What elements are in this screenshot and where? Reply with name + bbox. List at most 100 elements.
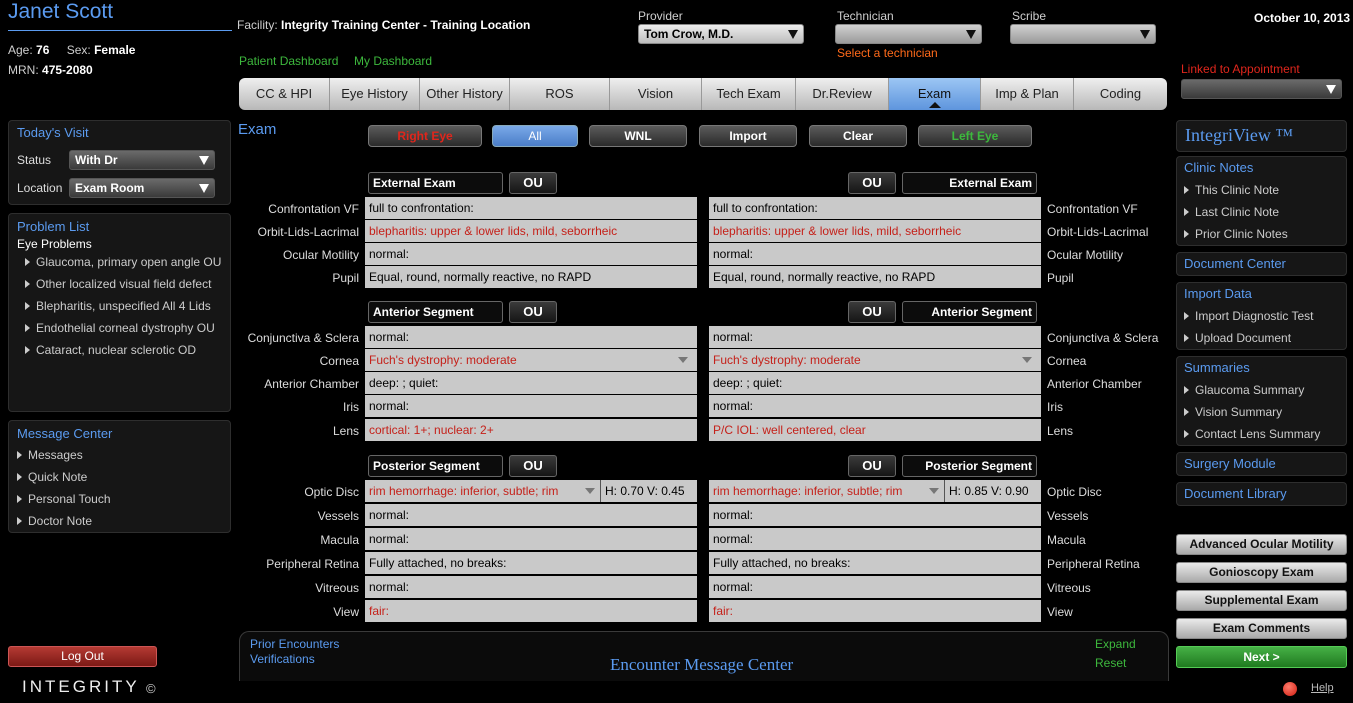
od-field[interactable]: normal: bbox=[365, 243, 697, 265]
external-exam-ou-button[interactable]: OU bbox=[509, 172, 557, 194]
status-select[interactable]: With Dr bbox=[69, 150, 215, 170]
verifications-link[interactable]: Verifications bbox=[250, 652, 315, 666]
provider-select[interactable]: Tom Crow, M.D. bbox=[638, 24, 804, 44]
od-field[interactable]: Fully attached, no breaks: bbox=[365, 552, 697, 574]
os-field[interactable]: fair: bbox=[709, 600, 1041, 622]
posterior-segment-ou-button[interactable]: OU bbox=[509, 455, 557, 477]
os-field[interactable]: normal: bbox=[709, 326, 1041, 348]
od-field[interactable]: normal: bbox=[365, 576, 697, 598]
external-exam-ou-button[interactable]: OU bbox=[848, 172, 896, 194]
os-field[interactable]: Fully attached, no breaks: bbox=[709, 552, 1041, 574]
wnl-button[interactable]: WNL bbox=[589, 125, 687, 147]
od-field[interactable]: normal: bbox=[365, 504, 697, 526]
clinic-note-item[interactable]: This Clinic Note bbox=[1184, 183, 1279, 197]
tab-exam[interactable]: Exam bbox=[889, 78, 981, 110]
external-exam-os-header[interactable]: External Exam bbox=[902, 172, 1037, 194]
tab-cc-hpi[interactable]: CC & HPI bbox=[239, 78, 330, 110]
right-eye-button[interactable]: Right Eye bbox=[368, 125, 482, 147]
location-select[interactable]: Exam Room bbox=[69, 178, 215, 198]
od-field[interactable]: normal: bbox=[365, 326, 697, 348]
summary-item[interactable]: Glaucoma Summary bbox=[1184, 383, 1304, 397]
summaries-title[interactable]: Summaries bbox=[1184, 360, 1250, 375]
linked-appointment-select[interactable] bbox=[1181, 79, 1342, 99]
summary-item[interactable]: Vision Summary bbox=[1184, 405, 1282, 419]
message-item[interactable]: Messages bbox=[17, 448, 83, 462]
surgery-module-link[interactable]: Surgery Module bbox=[1184, 456, 1276, 471]
tab-tech-exam[interactable]: Tech Exam bbox=[702, 78, 796, 110]
left-eye-button[interactable]: Left Eye bbox=[918, 125, 1032, 147]
os-field[interactable]: Equal, round, normally reactive, no RAPD bbox=[709, 266, 1041, 288]
patient-dashboard-link[interactable]: Patient Dashboard bbox=[239, 54, 338, 68]
document-library-link[interactable]: Document Library bbox=[1184, 486, 1287, 501]
reset-link[interactable]: Reset bbox=[1095, 656, 1126, 670]
tab-ros[interactable]: ROS bbox=[510, 78, 610, 110]
anterior-segment-od-header[interactable]: Anterior Segment bbox=[368, 301, 503, 323]
anterior-segment-ou-button[interactable]: OU bbox=[509, 301, 557, 323]
os-field[interactable]: blepharitis: upper & lower lids, mild, s… bbox=[709, 220, 1041, 242]
message-item[interactable]: Personal Touch bbox=[17, 492, 111, 506]
clear-button[interactable]: Clear bbox=[809, 125, 907, 147]
os-field[interactable]: full to confrontation: bbox=[709, 197, 1041, 219]
external-exam-od-header[interactable]: External Exam bbox=[368, 172, 503, 194]
problem-item[interactable]: Other localized visual field defect bbox=[25, 277, 211, 291]
tab-vision[interactable]: Vision bbox=[610, 78, 702, 110]
import-button[interactable]: Import bbox=[699, 125, 797, 147]
problem-item[interactable]: Glaucoma, primary open angle OU bbox=[25, 255, 221, 269]
advanced-ocular-motility-button[interactable]: Advanced Ocular Motility bbox=[1176, 534, 1347, 555]
os-field[interactable]: normal: bbox=[709, 504, 1041, 526]
posterior-segment-os-header[interactable]: Posterior Segment bbox=[902, 455, 1037, 477]
problem-item[interactable]: Blepharitis, unspecified All 4 Lids bbox=[25, 299, 211, 313]
od-field[interactable]: fair: bbox=[365, 600, 697, 622]
summary-item[interactable]: Contact Lens Summary bbox=[1184, 427, 1320, 441]
od-field[interactable]: cortical: 1+; nuclear: 2+ bbox=[365, 419, 697, 441]
message-item[interactable]: Quick Note bbox=[17, 470, 87, 484]
import-item[interactable]: Upload Document bbox=[1184, 331, 1291, 345]
chevron-down-icon[interactable] bbox=[1022, 357, 1032, 363]
import-item[interactable]: Import Diagnostic Test bbox=[1184, 309, 1314, 323]
clinic-notes-title[interactable]: Clinic Notes bbox=[1184, 160, 1253, 175]
expand-link[interactable]: Expand bbox=[1095, 637, 1136, 651]
tab-coding[interactable]: Coding bbox=[1074, 78, 1167, 110]
tab-dr-review[interactable]: Dr.Review bbox=[796, 78, 889, 110]
logout-button[interactable]: Log Out bbox=[8, 646, 157, 667]
next-button[interactable]: Next > bbox=[1176, 646, 1347, 668]
scribe-select[interactable] bbox=[1010, 24, 1156, 44]
tab-imp-plan[interactable]: Imp & Plan bbox=[981, 78, 1074, 110]
os-field[interactable]: normal: bbox=[709, 243, 1041, 265]
problem-item[interactable]: Cataract, nuclear sclerotic OD bbox=[25, 343, 196, 357]
all-button[interactable]: All bbox=[492, 125, 578, 147]
od-field[interactable]: full to confrontation: bbox=[365, 197, 697, 219]
exam-comments-button[interactable]: Exam Comments bbox=[1176, 618, 1347, 639]
problem-item[interactable]: Endothelial corneal dystrophy OU bbox=[25, 321, 215, 335]
os-field[interactable]: deep: ; quiet: bbox=[709, 372, 1041, 394]
od-field[interactable]: normal: bbox=[365, 395, 697, 417]
os-field[interactable]: normal: bbox=[709, 395, 1041, 417]
os-field[interactable]: normal: bbox=[709, 528, 1041, 550]
import-data-title[interactable]: Import Data bbox=[1184, 286, 1252, 301]
posterior-segment-ou-button[interactable]: OU bbox=[848, 455, 896, 477]
supplemental-exam-button[interactable]: Supplemental Exam bbox=[1176, 590, 1347, 611]
os-field[interactable]: P/C IOL: well centered, clear bbox=[709, 419, 1041, 441]
prior-encounters-link[interactable]: Prior Encounters bbox=[250, 637, 339, 651]
clinic-note-item[interactable]: Prior Clinic Notes bbox=[1184, 227, 1288, 241]
clinic-note-item[interactable]: Last Clinic Note bbox=[1184, 205, 1279, 219]
chevron-down-icon[interactable] bbox=[929, 488, 939, 494]
message-item[interactable]: Doctor Note bbox=[17, 514, 92, 528]
od-field[interactable]: Fuch's dystrophy: moderate bbox=[365, 349, 697, 371]
my-dashboard-link[interactable]: My Dashboard bbox=[354, 54, 432, 68]
posterior-segment-od-header[interactable]: Posterior Segment bbox=[368, 455, 503, 477]
od-field[interactable]: rim hemorrhage: inferior, subtle; rim bbox=[365, 480, 600, 502]
technician-select[interactable] bbox=[835, 24, 982, 44]
os-field[interactable]: Fuch's dystrophy: moderate bbox=[709, 349, 1041, 371]
od-field[interactable]: normal: bbox=[365, 528, 697, 550]
chevron-down-icon[interactable] bbox=[585, 488, 595, 494]
od-field[interactable]: deep: ; quiet: bbox=[365, 372, 697, 394]
document-center-link[interactable]: Document Center bbox=[1184, 256, 1286, 271]
os-field[interactable]: normal: bbox=[709, 576, 1041, 598]
od-field[interactable]: blepharitis: upper & lower lids, mild, s… bbox=[365, 220, 697, 242]
os-field[interactable]: rim hemorrhage: inferior, subtle; rim bbox=[709, 480, 944, 502]
os-cup-disc-ratio[interactable]: H: 0.85 V: 0.90 bbox=[944, 480, 1041, 502]
anterior-segment-ou-button[interactable]: OU bbox=[848, 301, 896, 323]
tab-eye-history[interactable]: Eye History bbox=[330, 78, 420, 110]
anterior-segment-os-header[interactable]: Anterior Segment bbox=[902, 301, 1037, 323]
